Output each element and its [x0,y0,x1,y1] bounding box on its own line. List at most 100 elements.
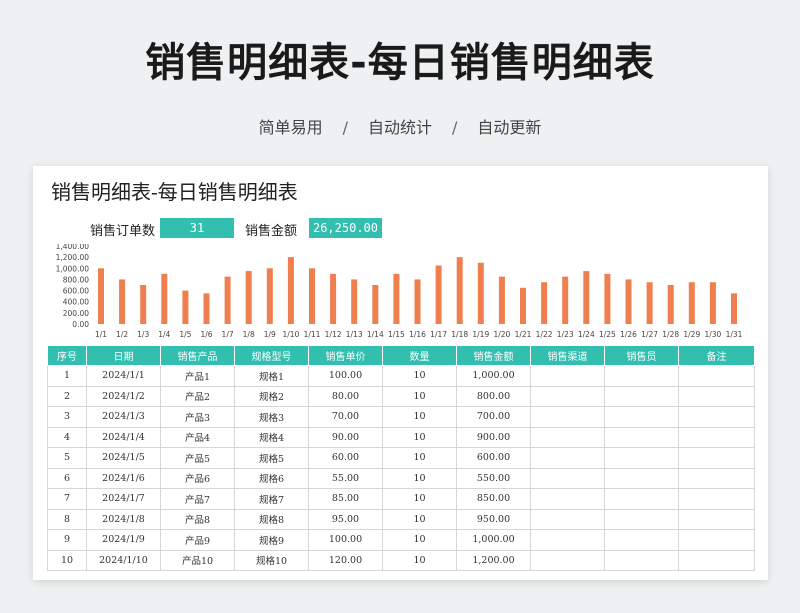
table-cell[interactable] [604,385,679,407]
table-cell[interactable]: 10 [382,529,457,551]
table-cell[interactable]: 80.00 [308,385,383,407]
table-cell[interactable]: 规格4 [234,426,309,448]
table-cell[interactable]: 规格6 [234,467,309,489]
table-cell[interactable]: 70.00 [308,406,383,428]
table-cell[interactable]: 规格10 [234,549,309,571]
table-cell[interactable]: 10 [382,365,457,387]
column-header[interactable]: 数量 [382,345,457,366]
table-cell[interactable] [604,529,679,551]
table-cell[interactable] [530,508,605,530]
table-cell[interactable]: 10 [382,447,457,469]
table-cell[interactable]: 产品4 [160,426,235,448]
table-cell[interactable]: 85.00 [308,488,383,510]
table-cell[interactable]: 60.00 [308,447,383,469]
table-cell[interactable]: 1,200.00 [456,549,531,571]
table-cell[interactable] [530,549,605,571]
table-cell[interactable]: 10 [382,406,457,428]
table-cell[interactable]: 1 [47,365,87,387]
column-header[interactable]: 销售员 [604,345,679,366]
table-cell[interactable] [530,406,605,428]
table-cell[interactable]: 700.00 [456,406,531,428]
column-header[interactable]: 日期 [86,345,161,366]
table-cell[interactable]: 规格3 [234,406,309,428]
table-cell[interactable]: 2024/1/10 [86,549,161,571]
table-cell[interactable] [678,406,755,428]
table-cell[interactable]: 2024/1/9 [86,529,161,551]
table-cell[interactable]: 55.00 [308,467,383,489]
table-cell[interactable]: 120.00 [308,549,383,571]
table-cell[interactable]: 规格5 [234,447,309,469]
table-cell[interactable] [678,365,755,387]
table-cell[interactable]: 8 [47,508,87,530]
table-cell[interactable]: 10 [382,488,457,510]
column-header[interactable]: 销售产品 [160,345,235,366]
table-cell[interactable] [678,426,755,448]
table-cell[interactable]: 5 [47,447,87,469]
table-cell[interactable]: 2024/1/2 [86,385,161,407]
table-cell[interactable] [530,447,605,469]
table-cell[interactable]: 2024/1/5 [86,447,161,469]
table-cell[interactable] [604,406,679,428]
table-cell[interactable]: 2024/1/8 [86,508,161,530]
table-cell[interactable] [604,426,679,448]
table-cell[interactable]: 2024/1/4 [86,426,161,448]
table-cell[interactable]: 4 [47,426,87,448]
table-cell[interactable] [678,529,755,551]
table-cell[interactable]: 9 [47,529,87,551]
table-cell[interactable]: 规格1 [234,365,309,387]
table-cell[interactable]: 产品5 [160,447,235,469]
column-header[interactable]: 销售金额 [456,345,531,366]
table-cell[interactable] [604,365,679,387]
table-cell[interactable] [604,447,679,469]
table-cell[interactable] [678,549,755,571]
table-cell[interactable]: 10 [382,426,457,448]
table-cell[interactable]: 产品9 [160,529,235,551]
table-cell[interactable]: 1,000.00 [456,365,531,387]
table-cell[interactable]: 1,000.00 [456,529,531,551]
table-cell[interactable]: 2024/1/3 [86,406,161,428]
table-cell[interactable] [604,467,679,489]
table-cell[interactable]: 2024/1/6 [86,467,161,489]
table-cell[interactable]: 900.00 [456,426,531,448]
column-header[interactable]: 序号 [47,345,87,366]
table-cell[interactable] [604,549,679,571]
table-cell[interactable]: 100.00 [308,529,383,551]
column-header[interactable]: 销售渠道 [530,345,605,366]
table-cell[interactable]: 10 [382,385,457,407]
table-cell[interactable]: 产品1 [160,365,235,387]
table-cell[interactable] [530,488,605,510]
table-cell[interactable]: 产品8 [160,508,235,530]
table-cell[interactable] [530,426,605,448]
table-cell[interactable]: 600.00 [456,447,531,469]
table-cell[interactable]: 规格8 [234,508,309,530]
table-cell[interactable]: 规格2 [234,385,309,407]
table-cell[interactable]: 10 [382,467,457,489]
table-cell[interactable]: 产品3 [160,406,235,428]
table-cell[interactable]: 7 [47,488,87,510]
table-cell[interactable]: 950.00 [456,508,531,530]
table-cell[interactable] [530,467,605,489]
table-cell[interactable]: 100.00 [308,365,383,387]
column-header[interactable]: 备注 [678,345,755,366]
table-cell[interactable]: 2 [47,385,87,407]
table-cell[interactable] [530,385,605,407]
table-cell[interactable]: 产品6 [160,467,235,489]
table-cell[interactable]: 产品7 [160,488,235,510]
table-cell[interactable]: 800.00 [456,385,531,407]
table-cell[interactable]: 850.00 [456,488,531,510]
table-cell[interactable]: 90.00 [308,426,383,448]
table-cell[interactable] [678,488,755,510]
column-header[interactable]: 规格型号 [234,345,309,366]
table-cell[interactable] [678,508,755,530]
table-cell[interactable] [530,365,605,387]
table-cell[interactable] [678,385,755,407]
table-cell[interactable] [678,467,755,489]
table-cell[interactable]: 6 [47,467,87,489]
table-cell[interactable] [604,508,679,530]
table-cell[interactable]: 10 [47,549,87,571]
table-cell[interactable]: 规格7 [234,488,309,510]
column-header[interactable]: 销售单价 [308,345,383,366]
table-cell[interactable]: 95.00 [308,508,383,530]
table-cell[interactable]: 产品10 [160,549,235,571]
table-cell[interactable]: 3 [47,406,87,428]
